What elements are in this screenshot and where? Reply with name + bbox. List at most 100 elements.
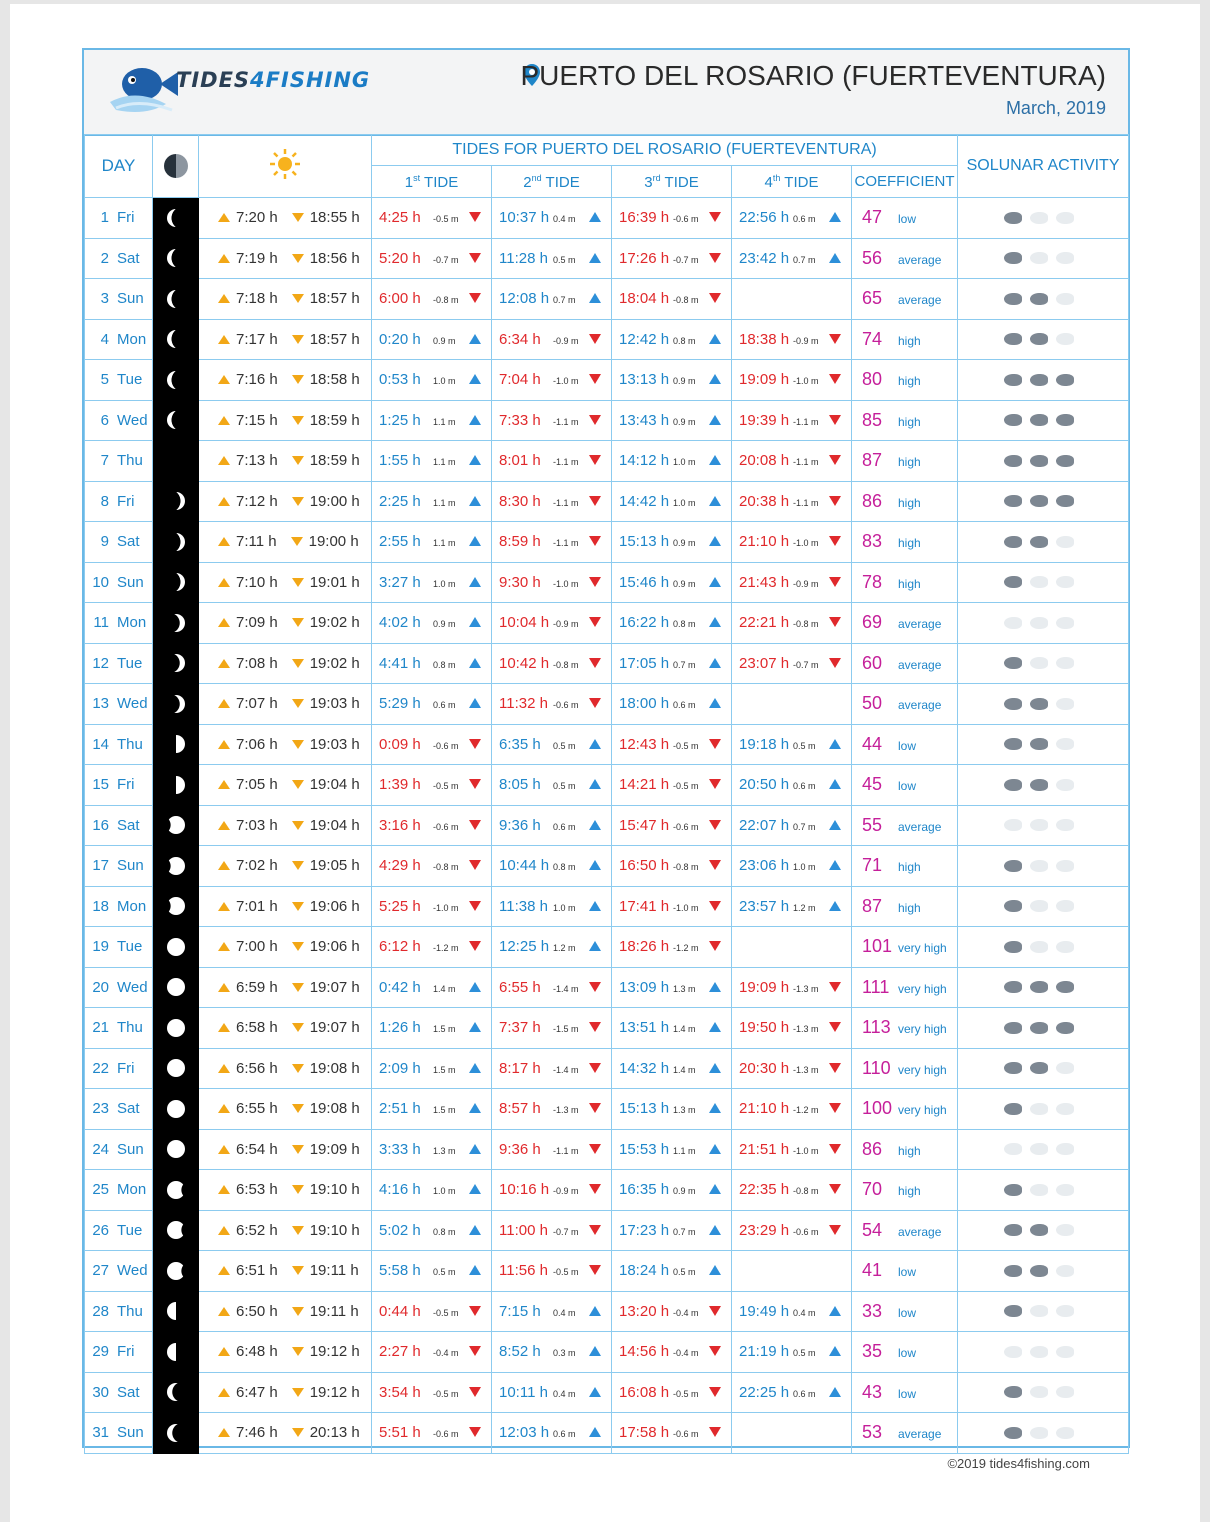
high-tide-arrow-icon xyxy=(469,1103,481,1114)
coefficient-rating: low xyxy=(898,1265,917,1280)
moon-cell xyxy=(152,723,199,765)
moon-cell xyxy=(152,440,199,482)
weekday: Tue xyxy=(117,371,143,389)
sun-icon xyxy=(270,148,300,179)
solunar-cell xyxy=(957,764,1130,806)
solunar-fish-group xyxy=(996,695,1075,713)
tide-cell: 14:56 h -0.4 m xyxy=(611,1331,732,1373)
solunar-fish-group xyxy=(996,1343,1075,1361)
solunar-cell xyxy=(957,1007,1130,1049)
tide-time-value: 9:30 xyxy=(499,573,529,591)
tide-height: -1.0 m xyxy=(793,376,819,387)
high-tide-arrow-icon xyxy=(469,981,481,992)
fish-activity-icon xyxy=(1056,535,1075,548)
tide-cell: 20:50 h 0.6 m xyxy=(731,764,852,806)
table-row: 16 Sat 7:03 h 19:04 h 3:16 h -0.6 m 9:36 h 0.6 … xyxy=(84,804,1130,846)
moon-waning-gibbous-icon xyxy=(166,1261,185,1280)
tide-time-value: 19:49 xyxy=(739,1302,777,1320)
day-cell: 30 Sat xyxy=(84,1371,153,1413)
tide-time-value: 20:08 xyxy=(739,452,777,470)
tide-time-value: 12:43 xyxy=(619,735,657,753)
tide-time: 2:25 h xyxy=(379,492,421,510)
solunar-fish-group xyxy=(996,249,1075,267)
tide-cell: 1:26 h 1.5 m xyxy=(371,1007,492,1049)
sunset-icon xyxy=(291,618,304,628)
sun-cell: 7:02 h 19:05 h xyxy=(198,845,372,887)
tide-cell: 21:43 h -0.9 m xyxy=(731,561,852,603)
tide-cell: 19:09 h -1.3 m xyxy=(731,966,852,1008)
solunar-cell xyxy=(957,1331,1130,1373)
fish-activity-icon xyxy=(1030,333,1049,346)
tide-time: 7:15 h xyxy=(499,1302,541,1320)
tide-height: 0.4 m xyxy=(793,1307,816,1318)
tide-time-value: 23:29 xyxy=(739,1221,777,1239)
sun-cell: 7:17 h 18:57 h xyxy=(198,318,372,360)
coefficient-cell: 60 average xyxy=(850,642,959,684)
day-number: 12 xyxy=(92,654,109,672)
tide-cell: 18:38 h -0.9 m xyxy=(731,318,852,360)
tide-height: -0.8 m xyxy=(793,619,819,630)
tide-time-value: 6:35 xyxy=(499,735,529,753)
solunar-cell xyxy=(957,845,1130,887)
tide-time-value: 19:09 xyxy=(739,978,777,996)
tide-height: 1.5 m xyxy=(433,1064,456,1075)
table-row: 7 Thu 7:13 h 18:59 h 1:55 h 1.1 m 8:01 h -1.1 m… xyxy=(84,440,1130,482)
tide-height: 1.3 m xyxy=(673,1105,696,1116)
tide-time: 23:06 h xyxy=(739,857,790,875)
low-tide-arrow-icon xyxy=(589,657,601,668)
tide-height: -0.8 m xyxy=(673,295,699,306)
col-tide-3: 3rd TIDE xyxy=(611,165,732,198)
sunrise-icon xyxy=(218,253,230,263)
high-tide-arrow-icon xyxy=(709,1022,721,1033)
tide-height: -0.6 m xyxy=(433,740,459,751)
sunset-icon xyxy=(291,1306,304,1316)
moon-cell xyxy=(152,845,199,887)
tide-cell: 17:23 h 0.7 m xyxy=(611,1209,732,1251)
tide-height: 0.5 m xyxy=(793,1348,816,1359)
moon-cell xyxy=(152,1169,199,1211)
weekday: Sun xyxy=(117,857,144,875)
tide-height: -0.7 m xyxy=(793,659,819,670)
high-tide-arrow-icon xyxy=(709,981,721,992)
table-row: 15 Fri 7:05 h 19:04 h 1:39 h -0.5 m 8:05 h 0.5 … xyxy=(84,764,1130,806)
day-cell: 25 Mon xyxy=(84,1169,153,1211)
coefficient-value: 71 xyxy=(862,855,883,876)
high-tide-arrow-icon xyxy=(709,698,721,709)
tide-height: 0.8 m xyxy=(553,862,576,873)
tide-height: 1.4 m xyxy=(673,1024,696,1035)
tide-time: 8:30 h xyxy=(499,492,541,510)
weekday: Sat xyxy=(117,1100,140,1118)
tide-cell: 15:46 h 0.9 m xyxy=(611,561,732,603)
tide-time-value: 12:03 xyxy=(499,1424,537,1442)
tide-time: 14:21 h xyxy=(619,776,670,794)
tide-time-value: 22:35 xyxy=(739,1181,777,1199)
col-tide-4: 4th TIDE xyxy=(731,165,852,198)
fish-activity-icon xyxy=(1056,333,1075,346)
day-cell: 24 Sun xyxy=(84,1128,153,1170)
tide-time: 23:57 h xyxy=(739,897,790,915)
tide-time: 11:56 h xyxy=(499,1262,548,1280)
fish-activity-icon xyxy=(1030,819,1049,832)
sunrise-time: 7:12 xyxy=(236,492,266,510)
fish-activity-icon xyxy=(1004,252,1023,265)
tide-height: 0.7 m xyxy=(793,821,816,832)
solunar-fish-group xyxy=(996,735,1075,753)
tide-time-value: 17:23 xyxy=(619,1221,657,1239)
tide-time: 21:51 h xyxy=(739,1140,790,1158)
copyright-footer: ©2019 tides4fishing.com xyxy=(947,1456,1090,1471)
tide-time-value: 8:52 xyxy=(499,1343,529,1361)
low-tide-arrow-icon xyxy=(709,252,721,263)
sunrise-time: 7:07 xyxy=(236,695,266,713)
coefficient-cell: 74 high xyxy=(850,318,959,360)
coefficient-value: 65 xyxy=(862,288,883,309)
sun-cell: 7:05 h 19:04 h xyxy=(198,764,372,806)
solunar-fish-group xyxy=(996,1181,1075,1199)
tide-time-value: 21:10 xyxy=(739,533,777,551)
coefficient-value: 70 xyxy=(862,1179,883,1200)
table-row: 31 Sun 7:46 h 20:13 h 5:51 h -0.6 m 12:03 h 0.6… xyxy=(84,1412,1130,1454)
tide-cell: 17:58 h -0.6 m xyxy=(611,1412,732,1454)
moon-waxing-crescent-thin-icon xyxy=(166,573,185,592)
solunar-cell xyxy=(957,926,1130,968)
tide-time: 16:35 h xyxy=(619,1181,670,1199)
moon-cell xyxy=(152,683,199,725)
